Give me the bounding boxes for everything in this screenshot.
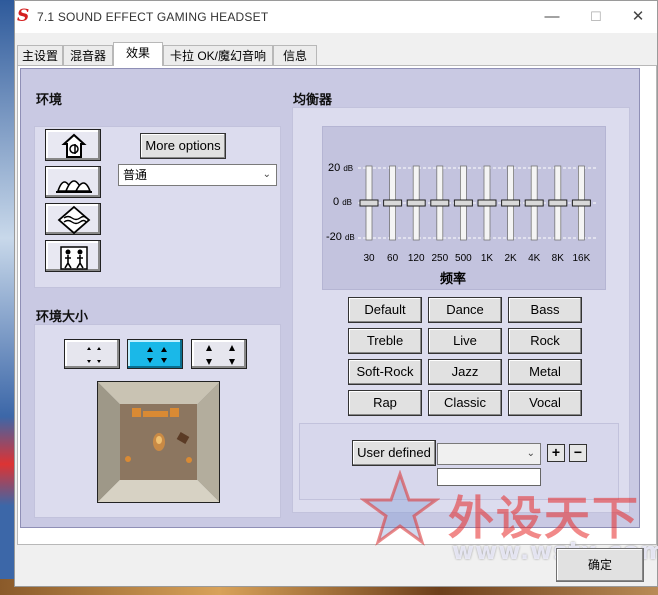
size-small-button[interactable] <box>64 339 120 369</box>
db-mid-label: 0 dB <box>333 196 352 208</box>
close-button[interactable]: ✕ <box>623 1 653 33</box>
preset-classic-button[interactable]: Classic <box>428 390 502 416</box>
preset-jazz-button[interactable]: Jazz <box>428 359 502 385</box>
freq-label-60: 60 <box>387 253 399 264</box>
equalizer-title: 均衡器 <box>293 92 333 107</box>
user-preset-select[interactable]: ⌄ <box>437 443 541 465</box>
freq-label-250: 250 <box>431 253 449 264</box>
freq-label-120: 120 <box>407 253 425 264</box>
db-bottom-label: -20 dB <box>326 231 355 243</box>
environment-size-title: 环境大小 <box>36 309 89 324</box>
underwater-icon[interactable] <box>45 203 101 235</box>
preset-treble-button[interactable]: Treble <box>348 328 422 354</box>
window-title: 7.1 SOUND EFFECT GAMING HEADSET <box>37 10 269 24</box>
desktop-background-left <box>0 0 14 595</box>
preset-live-button[interactable]: Live <box>428 328 502 354</box>
chevron-down-icon: ⌄ <box>526 448 535 459</box>
preset-rap-button[interactable]: Rap <box>348 390 422 416</box>
tab-effects[interactable]: 效果 <box>113 42 163 66</box>
title-bar[interactable]: S 7.1 SOUND EFFECT GAMING HEADSET — ☐ ✕ <box>15 1 657 33</box>
ok-button[interactable]: 确定 <box>556 548 644 582</box>
opera-house-icon[interactable] <box>45 166 101 198</box>
freq-label-2K: 2K <box>504 253 517 264</box>
freq-label-500: 500 <box>455 253 472 264</box>
freq-label-1K: 1K <box>480 253 494 264</box>
tab-karaoke[interactable]: 卡拉 OK/魔幻音响 <box>163 45 273 65</box>
preset-rock-button[interactable]: Rock <box>508 328 582 354</box>
tab-main-settings[interactable]: 主设置 <box>17 45 63 65</box>
equalizer-sliders-box <box>322 126 606 290</box>
more-options-button[interactable]: More options <box>140 133 226 159</box>
app-logo-icon: S <box>17 6 30 26</box>
size-medium-button[interactable] <box>127 339 183 369</box>
tab-mixer[interactable]: 混音器 <box>63 45 113 65</box>
db-top-label: 20 dB <box>328 162 354 174</box>
bathroom-icon[interactable] <box>45 240 101 272</box>
remove-preset-button[interactable]: − <box>569 444 587 462</box>
minimize-button[interactable]: — <box>537 1 567 33</box>
environment-title: 环境 <box>36 92 63 107</box>
maximize-button[interactable]: ☐ <box>581 1 611 33</box>
freq-label-4K: 4K <box>528 253 541 264</box>
environment-select[interactable]: 普通 ⌄ <box>118 164 277 186</box>
preset-bass-button[interactable]: Bass <box>508 297 582 323</box>
user-defined-button[interactable]: User defined <box>352 440 436 466</box>
preset-dance-button[interactable]: Dance <box>428 297 502 323</box>
chevron-down-icon: ⌄ <box>262 169 271 180</box>
tab-bar: 主设置 混音器 效果 卡拉 OK/魔幻音响 信息 <box>17 42 657 66</box>
concert-hall-icon[interactable] <box>45 129 101 161</box>
freq-label-30: 30 <box>363 253 375 264</box>
tab-info[interactable]: 信息 <box>273 45 317 65</box>
size-large-button[interactable] <box>191 339 247 369</box>
preset-metal-button[interactable]: Metal <box>508 359 582 385</box>
preset-soft-rock-button[interactable]: Soft-Rock <box>348 359 422 385</box>
freq-label-8K: 8K <box>551 253 564 264</box>
freq-label-16K: 16K <box>572 253 591 264</box>
room-preview <box>97 381 220 503</box>
watermark-star-icon <box>360 470 440 546</box>
preset-default-button[interactable]: Default <box>348 297 422 323</box>
environment-select-value: 普通 <box>123 168 148 182</box>
preset-vocal-button[interactable]: Vocal <box>508 390 582 416</box>
frequency-title: 频率 <box>440 271 467 286</box>
add-preset-button[interactable]: + <box>547 444 565 462</box>
